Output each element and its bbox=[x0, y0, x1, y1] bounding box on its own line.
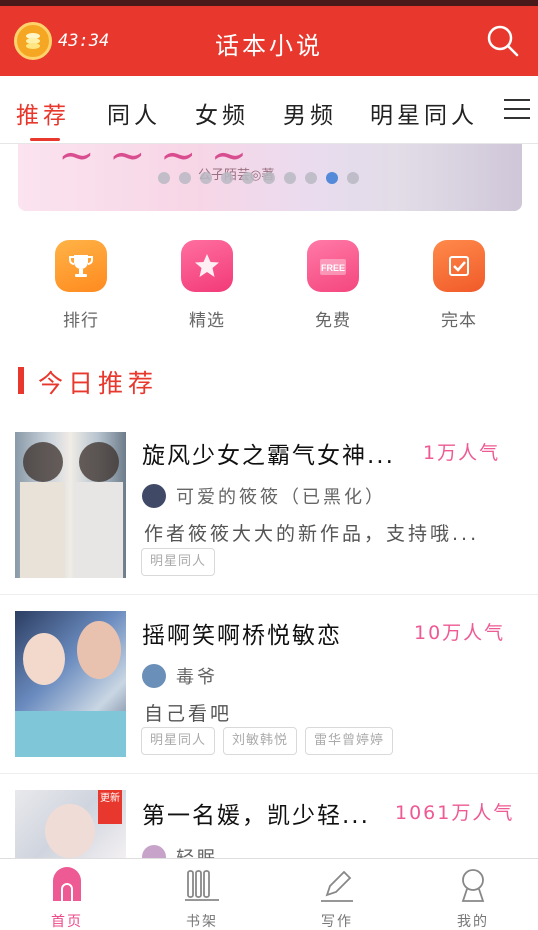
author-name: 轻眠 bbox=[176, 844, 218, 858]
carousel-dot[interactable] bbox=[242, 172, 254, 184]
carousel-dot[interactable] bbox=[158, 172, 170, 184]
quick-rank[interactable]: 排行 bbox=[51, 240, 111, 331]
search-icon[interactable] bbox=[486, 24, 520, 58]
free-icon: FREE bbox=[307, 240, 359, 292]
popularity: 1万人气 bbox=[423, 442, 501, 464]
quick-menu: 排行 精选 FREE 免费 完本 bbox=[0, 240, 538, 335]
book-title: 摇啊笑啊桥悦敏恋 bbox=[142, 623, 342, 649]
alarm-clock-icon[interactable] bbox=[14, 22, 52, 60]
quick-featured[interactable]: 精选 bbox=[177, 240, 237, 331]
star-icon bbox=[181, 240, 233, 292]
coin-stack-icon bbox=[26, 33, 40, 49]
quick-label: 精选 bbox=[189, 311, 225, 331]
author-row[interactable]: 可爱的筱筱（已黑化） bbox=[142, 483, 386, 509]
carousel-dot[interactable] bbox=[263, 172, 275, 184]
nav-label: 首页 bbox=[51, 914, 83, 930]
quick-label: 排行 bbox=[63, 311, 99, 331]
avatar bbox=[142, 484, 166, 508]
bottom-nav: 首页 书架 写作 我的 bbox=[0, 858, 538, 930]
popularity: 10万人气 bbox=[414, 622, 506, 644]
author-row[interactable]: 轻眠 bbox=[142, 844, 218, 858]
quick-label: 完本 bbox=[441, 311, 477, 331]
profile-icon bbox=[461, 869, 485, 902]
active-tab-indicator bbox=[30, 138, 60, 141]
tab-female[interactable]: 女频 bbox=[195, 96, 249, 130]
nav-label: 我的 bbox=[457, 914, 489, 930]
book-title: 旋风少女之霸气女神... bbox=[142, 443, 395, 469]
carousel-dot[interactable] bbox=[347, 172, 359, 184]
book-tag[interactable]: 明星同人 bbox=[141, 727, 216, 755]
quick-label: 免费 bbox=[315, 311, 351, 331]
carousel-dot[interactable] bbox=[200, 172, 212, 184]
tab-celebrity[interactable]: 明星同人 bbox=[370, 96, 478, 130]
nav-profile[interactable]: 我的 bbox=[428, 859, 518, 930]
svg-text:FREE: FREE bbox=[321, 263, 345, 273]
tag-row: 明星同人 bbox=[141, 548, 216, 576]
book-description: 作者筱筱大大的新作品，支持哦... bbox=[144, 523, 480, 545]
countdown-timer: 43:34 bbox=[58, 31, 110, 51]
book-cover[interactable] bbox=[15, 611, 126, 757]
book-item[interactable]: 更新 第一名媛，凯少轻... 1061万人气 轻眠 bbox=[0, 774, 538, 858]
nav-home[interactable]: 首页 bbox=[22, 859, 112, 930]
carousel-dots bbox=[158, 172, 359, 184]
avatar bbox=[142, 664, 166, 688]
tag-row: 明星同人 刘敏韩悦 雷华曾婷婷 bbox=[141, 727, 394, 755]
book-item[interactable]: 旋风少女之霸气女神... 1万人气 可爱的筱筱（已黑化） 作者筱筱大大的新作品，… bbox=[0, 415, 538, 595]
bookshelf-icon bbox=[185, 870, 219, 901]
nav-bookshelf[interactable]: 书架 bbox=[157, 859, 247, 930]
book-item[interactable]: 摇啊笑啊桥悦敏恋 10万人气 毒爷 自己看吧 明星同人 刘敏韩悦 雷华曾婷婷 bbox=[0, 595, 538, 774]
book-title: 第一名媛，凯少轻... bbox=[142, 803, 370, 829]
carousel-dot-active[interactable] bbox=[326, 172, 338, 184]
book-description: 自己看吧 bbox=[144, 703, 233, 725]
nav-label: 书架 bbox=[186, 914, 218, 930]
avatar bbox=[142, 845, 166, 858]
tab-male[interactable]: 男频 bbox=[283, 96, 337, 130]
quick-completed[interactable]: 完本 bbox=[429, 240, 489, 331]
author-name: 可爱的筱筱（已黑化） bbox=[176, 487, 386, 508]
app-header: 43:34 话本小说 bbox=[0, 6, 538, 76]
author-row[interactable]: 毒爷 bbox=[142, 663, 218, 689]
home-icon bbox=[53, 867, 81, 901]
book-tag[interactable]: 明星同人 bbox=[141, 548, 216, 576]
tab-recommend[interactable]: 推荐 bbox=[16, 96, 70, 130]
popularity: 1061万人气 bbox=[395, 802, 515, 824]
quick-free[interactable]: FREE 免费 bbox=[303, 240, 363, 331]
carousel-dot[interactable] bbox=[221, 172, 233, 184]
tab-fanfic[interactable]: 同人 bbox=[107, 96, 161, 130]
check-icon bbox=[433, 240, 485, 292]
book-tag[interactable]: 刘敏韩悦 bbox=[223, 727, 298, 755]
nav-label: 写作 bbox=[321, 914, 353, 930]
section-marker bbox=[18, 367, 24, 394]
carousel-dot[interactable] bbox=[179, 172, 191, 184]
pen-icon bbox=[321, 870, 353, 902]
book-tag[interactable]: 雷华曾婷婷 bbox=[305, 727, 394, 755]
section-title: 今日推荐 bbox=[38, 369, 159, 398]
carousel-dot[interactable] bbox=[305, 172, 317, 184]
carousel-dot[interactable] bbox=[284, 172, 296, 184]
nav-write[interactable]: 写作 bbox=[292, 859, 382, 930]
category-tabs: 推荐 同人 女频 男频 明星同人 bbox=[0, 76, 538, 144]
menu-icon[interactable] bbox=[504, 98, 530, 120]
book-cover[interactable]: 更新 bbox=[15, 790, 126, 858]
update-badge: 更新 bbox=[98, 790, 122, 824]
author-name: 毒爷 bbox=[176, 667, 218, 688]
trophy-icon bbox=[55, 240, 107, 292]
book-cover[interactable] bbox=[15, 432, 126, 578]
